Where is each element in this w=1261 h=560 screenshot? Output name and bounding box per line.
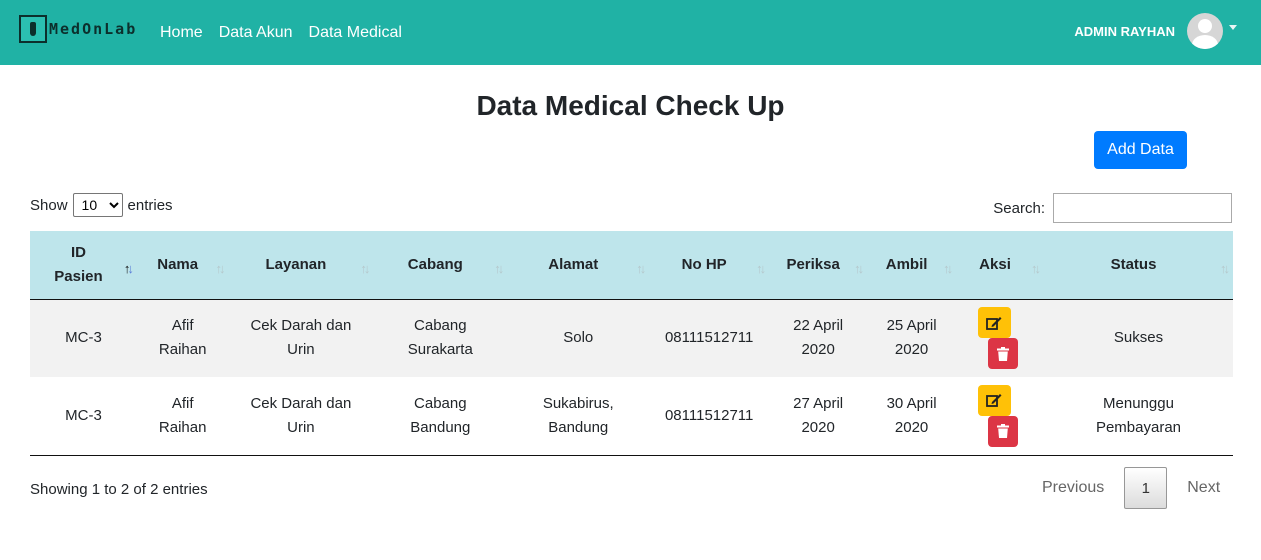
column-header-alamat-label: Alamat	[548, 255, 599, 273]
cell-nama: Afif Raihan	[136, 377, 229, 456]
column-header-periksa-label: Periksa	[786, 255, 840, 273]
search-control: Search:	[993, 193, 1232, 223]
entries-select[interactable]: 10	[72, 193, 123, 217]
row-actions	[962, 384, 1038, 447]
column-header-layanan[interactable]: Layanan ↑↓	[228, 231, 374, 300]
cell-aksi	[956, 299, 1044, 377]
show-label: Show	[30, 196, 68, 214]
row-actions	[962, 307, 1038, 370]
cell-alamat: Sukabirus, Bandung	[507, 377, 650, 456]
column-header-layanan-label: Layanan	[265, 255, 327, 273]
column-header-alamat[interactable]: Alamat ↑↓	[507, 231, 650, 300]
sort-icon: ↑↓	[1220, 261, 1230, 276]
chevron-down-icon[interactable]	[1229, 24, 1237, 30]
navbar: MedOnLab Home Data Akun Data Medical ADM…	[0, 0, 1261, 65]
cell-status: Sukses	[1113, 329, 1164, 347]
nav-link-home[interactable]: Home	[160, 24, 203, 42]
column-header-periksa[interactable]: Periksa ↑↓	[769, 231, 868, 300]
column-header-no-hp-label: No HP	[681, 255, 727, 273]
delete-button[interactable]	[988, 415, 1019, 447]
pagination: Previous 1 Next	[1030, 467, 1232, 509]
next-button[interactable]: Next	[1175, 479, 1232, 497]
table-row: MC-3 Afif Raihan Cek Darah dan Urin Caba…	[30, 299, 1233, 377]
cell-ambil: 25 April 2020	[886, 317, 937, 359]
brand-text: MedOnLab	[49, 20, 138, 38]
sort-icon: ↑↓	[360, 261, 370, 276]
edit-icon	[986, 394, 1002, 408]
sort-icon: ↑↓	[215, 261, 225, 276]
cell-id: MC-3	[65, 329, 102, 347]
cell-nama: Afif Raihan	[158, 317, 207, 359]
cell-cabang: Cabang Bandung	[373, 377, 508, 456]
column-header-no-hp[interactable]: No HP ↑↓	[649, 231, 770, 300]
cell-alamat: Solo	[563, 329, 594, 347]
cell-status: Menunggu Pembayaran	[1043, 377, 1233, 456]
entries-length-control: Show 10 entries	[30, 193, 173, 217]
entries-label: entries	[127, 196, 173, 214]
user-menu[interactable]: ADMIN RAYHAN	[1074, 13, 1237, 49]
microscope-icon	[19, 15, 47, 43]
column-header-aksi[interactable]: Aksi ↑↓	[956, 231, 1044, 300]
edit-button[interactable]	[977, 384, 1011, 416]
brand-logo[interactable]: MedOnLab	[19, 15, 137, 43]
edit-button[interactable]	[977, 307, 1011, 339]
sort-icon: ↑↓	[1030, 261, 1041, 276]
user-name: ADMIN RAYHAN	[1074, 23, 1175, 39]
column-header-ambil-label: Ambil	[885, 255, 928, 273]
add-data-button[interactable]: Add Data	[1094, 131, 1187, 169]
trash-icon	[997, 346, 1010, 361]
column-header-cabang-label: Cabang	[407, 255, 463, 273]
cell-cabang: Cabang Surakarta	[407, 317, 473, 359]
sort-icon: ↑↓	[854, 261, 864, 276]
cell-layanan: Cek Darah dan Urin	[250, 317, 352, 359]
nav-link-data-medical[interactable]: Data Medical	[309, 24, 402, 42]
sort-icon: ↑↓	[123, 261, 134, 276]
column-header-ambil[interactable]: Ambil ↑↓	[867, 231, 957, 300]
column-header-aksi-label: Aksi	[979, 255, 1011, 273]
column-header-cabang[interactable]: Cabang ↑↓	[373, 231, 508, 300]
column-header-id[interactable]: ID Pasien ↑↓	[30, 231, 137, 300]
page-button-current[interactable]: 1	[1124, 467, 1168, 509]
cell-aksi	[956, 377, 1044, 456]
sort-icon: ↑↓	[636, 261, 646, 276]
trash-icon	[997, 424, 1010, 439]
sort-icon: ↑↓	[943, 261, 953, 276]
cell-periksa: 22 April 2020	[793, 317, 844, 359]
edit-icon	[986, 316, 1002, 330]
cell-no-hp: 08111512711	[664, 329, 754, 347]
sort-icon: ↑↓	[494, 261, 504, 276]
sort-icon: ↑↓	[756, 261, 766, 276]
column-header-status[interactable]: Status ↑↓	[1043, 231, 1233, 300]
nav-links: Home Data Akun Data Medical	[160, 0, 418, 65]
avatar[interactable]	[1187, 13, 1223, 49]
column-header-status-label: Status	[1110, 255, 1157, 273]
table-row: MC-3 Afif Raihan Cek Darah dan Urin Caba…	[30, 377, 1233, 456]
cell-periksa: 27 April 2020	[769, 377, 868, 456]
column-header-id-label: ID Pasien	[54, 243, 103, 285]
column-header-nama-label: Nama	[157, 255, 199, 273]
cell-layanan: Cek Darah dan Urin	[228, 377, 374, 456]
search-label: Search:	[993, 199, 1045, 217]
table-info: Showing 1 to 2 of 2 entries	[30, 481, 208, 498]
table-header-row: ID Pasien ↑↓ Nama ↑↓ Layanan ↑↓ Cabang ↑↓ Al…	[30, 231, 1233, 300]
previous-button[interactable]: Previous	[1030, 479, 1116, 497]
cell-id: MC-3	[30, 377, 137, 456]
cell-no-hp: 08111512711	[649, 377, 770, 456]
search-input[interactable]	[1053, 193, 1232, 223]
column-header-nama[interactable]: Nama ↑↓	[136, 231, 229, 300]
delete-button[interactable]	[988, 338, 1019, 370]
medical-table: ID Pasien ↑↓ Nama ↑↓ Layanan ↑↓ Cabang ↑↓ Al…	[30, 231, 1233, 456]
cell-ambil: 30 April 2020	[867, 377, 957, 456]
page-title: Data Medical Check Up	[476, 90, 785, 121]
nav-link-data-akun[interactable]: Data Akun	[219, 24, 293, 42]
